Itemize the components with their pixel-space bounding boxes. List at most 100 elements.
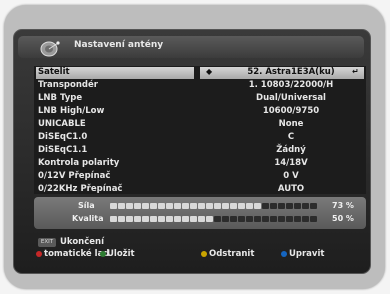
bar-segment [310,216,317,222]
red-key-icon [36,251,42,257]
bar-segment [230,203,237,209]
signal-quality-value: 50 % [332,214,354,223]
row-label: 0/12V Přepínač [38,171,111,181]
bar-segment [270,216,277,222]
bar-segment [286,216,293,222]
row-label: DiSEqC1.0 [38,132,88,142]
row-lnb-high-low[interactable]: LNB High/Low 10600/9750 [34,106,366,118]
edit-label[interactable]: Upravit [289,249,324,259]
bar-segment [174,216,181,222]
bar-segment [286,203,293,209]
bar-segment [134,203,141,209]
row-diseqc11[interactable]: DiSEqC1.1 Žádný [34,145,366,157]
row-value: Žádný [276,145,306,155]
signal-strength-label: Síla [78,201,95,210]
bar-segment [174,203,181,209]
bar-segment [190,216,197,222]
blue-key-icon [281,251,287,257]
bar-segment [142,216,149,222]
bar-segment [134,216,141,222]
row-22khz[interactable]: 0/22KHz Přepínač AUTO [34,184,366,196]
row-label: Satelit [38,67,70,77]
bar-segment [150,216,157,222]
bar-segment [262,203,269,209]
bar-segment [150,203,157,209]
signal-strength-bar [110,203,317,209]
bar-segment [302,216,309,222]
bar-segment [278,216,285,222]
bar-segment [270,203,277,209]
bar-segment [142,203,149,209]
row-label: LNB High/Low [38,106,105,116]
bar-segment [206,216,213,222]
satellite-dish-icon [40,41,60,57]
signal-strength-value: 73 % [332,201,354,210]
bar-segment [262,216,269,222]
title-bar [18,36,364,58]
bar-segment [238,203,245,209]
yellow-key-icon [201,251,207,257]
bar-segment [182,216,189,222]
row-unicable[interactable]: UNICABLE None [34,119,366,131]
green-key-icon [100,251,106,257]
row-value: 10600/9750 [262,106,320,116]
bar-segment [214,216,221,222]
bar-segment [238,216,245,222]
row-value: 0 V [283,171,299,181]
row-value: Dual/Universal [256,93,326,103]
signal-quality-label: Kvalita [72,214,104,223]
bar-segment [246,216,253,222]
bar-segment [206,203,213,209]
bar-segment [190,203,197,209]
row-label: UNICABLE [38,119,86,129]
bar-segment [310,203,317,209]
bar-segment [166,216,173,222]
signal-quality-bar [110,216,317,222]
row-lnb-type[interactable]: LNB Type Dual/Universal [34,93,366,105]
row-polarity[interactable]: Kontrola polarity 14/18V [34,158,366,170]
bar-segment [302,203,309,209]
bar-segment [254,203,261,209]
bar-segment [126,203,133,209]
bar-segment [158,216,165,222]
bar-segment [214,203,221,209]
bar-segment [246,203,253,209]
bar-segment [278,203,285,209]
enter-icon[interactable]: ↵ [352,67,359,76]
row-12v[interactable]: 0/12V Přepínač 0 V [34,171,366,183]
bar-segment [118,203,125,209]
bar-segment [254,216,261,222]
bar-segment [198,203,205,209]
delete-label[interactable]: Odstranit [209,249,254,259]
bar-segment [118,216,125,222]
row-value: 1. 10803/22000/H [248,80,334,90]
bar-segment [294,216,301,222]
bar-segment [198,216,205,222]
row-label: 0/22KHz Přepínač [38,184,123,194]
row-transponder[interactable]: Transpondér 1. 10803/22000/H [34,80,366,92]
row-value: 14/18V [274,158,308,168]
bar-segment [126,216,133,222]
row-value: None [278,119,304,129]
row-label: Kontrola polarity [38,158,120,168]
row-diseqc10[interactable]: DiSEqC1.0 C [34,132,366,144]
row-label: LNB Type [38,93,83,103]
row-value: AUTO [277,184,305,194]
exit-label[interactable]: Ukončení [60,237,104,247]
save-label[interactable]: Uložit [107,249,135,259]
row-satelit[interactable]: Satelit ◆ 52. Astra1E3A(ku) ↵ [34,67,366,79]
bar-segment [110,203,117,209]
bar-segment [182,203,189,209]
row-label: DiSEqC1.1 [38,145,88,155]
bar-segment [166,203,173,209]
bar-segment [230,216,237,222]
bar-segment [222,203,229,209]
page-title: Nastavení antény [74,40,164,50]
bar-segment [158,203,165,209]
exit-key-icon: EXIT [38,238,56,247]
bar-segment [294,203,301,209]
row-value: 52. Astra1E3A(ku) [247,67,335,77]
arrow-left-icon[interactable]: ◆ [206,67,212,76]
bar-segment [222,216,229,222]
bar-segment [110,216,117,222]
